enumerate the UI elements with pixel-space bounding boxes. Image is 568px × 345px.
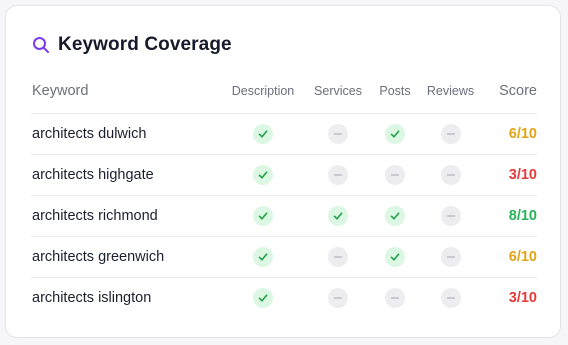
reviews-cell xyxy=(413,113,488,155)
description-cell xyxy=(227,236,299,278)
column-header-description[interactable]: Description xyxy=(227,82,299,114)
services-cell xyxy=(299,278,377,319)
keyword-coverage-table: Keyword Description Services Posts Revie… xyxy=(31,82,537,318)
score-cell: 3/10 xyxy=(488,154,537,196)
dash-icon xyxy=(440,165,461,185)
check-icon xyxy=(253,165,273,185)
description-cell xyxy=(227,113,299,155)
card-header: Keyword Coverage xyxy=(32,34,232,56)
column-header-score[interactable]: Score xyxy=(488,82,537,114)
description-cell xyxy=(227,154,299,196)
reviews-cell xyxy=(413,278,488,319)
dash-icon xyxy=(385,165,405,185)
check-icon xyxy=(253,288,273,308)
column-header-posts[interactable]: Posts xyxy=(377,82,413,114)
dash-icon xyxy=(328,165,348,185)
reviews-cell xyxy=(413,195,488,237)
keyword-coverage-card: Keyword Coverage Keyword Description Ser… xyxy=(5,5,561,338)
services-cell xyxy=(299,154,377,196)
services-cell xyxy=(299,236,377,278)
keyword-cell: architects dulwich xyxy=(31,113,227,155)
check-icon xyxy=(385,124,405,144)
keyword-cell: architects greenwich xyxy=(31,236,227,278)
check-icon xyxy=(253,247,273,267)
check-icon xyxy=(253,124,273,144)
posts-cell xyxy=(377,236,413,278)
dash-icon xyxy=(328,288,348,308)
check-icon xyxy=(328,206,348,226)
column-header-keyword[interactable]: Keyword xyxy=(31,82,227,114)
services-cell xyxy=(299,195,377,237)
dash-icon xyxy=(440,206,461,226)
dash-icon xyxy=(328,247,348,267)
posts-cell xyxy=(377,278,413,319)
table-row[interactable]: architects dulwich 6/10 xyxy=(31,113,537,155)
description-cell xyxy=(227,278,299,319)
column-header-reviews[interactable]: Reviews xyxy=(413,82,488,114)
dash-icon xyxy=(440,124,461,144)
check-icon xyxy=(385,206,405,226)
keyword-cell: architects highgate xyxy=(31,154,227,196)
dash-icon xyxy=(385,288,405,308)
posts-cell xyxy=(377,113,413,155)
score-cell: 8/10 xyxy=(488,195,537,237)
search-icon xyxy=(32,36,50,54)
keyword-cell: architects richmond xyxy=(31,195,227,237)
keyword-cell: architects islington xyxy=(32,290,152,306)
reviews-cell xyxy=(413,236,488,278)
dash-icon xyxy=(328,124,348,144)
table-row[interactable]: architects richmond 8/10 xyxy=(31,195,537,237)
posts-cell xyxy=(377,154,413,196)
score-cell: 6/10 xyxy=(488,236,537,278)
dash-icon xyxy=(440,247,461,267)
posts-cell xyxy=(377,195,413,237)
card-title: Keyword Coverage xyxy=(58,34,232,55)
dash-icon xyxy=(440,288,461,308)
column-header-services[interactable]: Services xyxy=(299,82,377,114)
table-row[interactable]: architects highgate 3/10 xyxy=(31,154,537,196)
score-cell: 6/10 xyxy=(488,113,537,155)
description-cell xyxy=(227,195,299,237)
table-row[interactable]: architects islington 3/10 xyxy=(31,278,537,319)
reviews-cell xyxy=(413,154,488,196)
table-header-row: Keyword Description Services Posts Revie… xyxy=(31,82,537,114)
score-cell: 3/10 xyxy=(508,290,537,306)
table-row[interactable]: architects greenwich 6/10 xyxy=(31,236,537,278)
check-icon xyxy=(385,247,405,267)
services-cell xyxy=(299,113,377,155)
check-icon xyxy=(253,206,273,226)
